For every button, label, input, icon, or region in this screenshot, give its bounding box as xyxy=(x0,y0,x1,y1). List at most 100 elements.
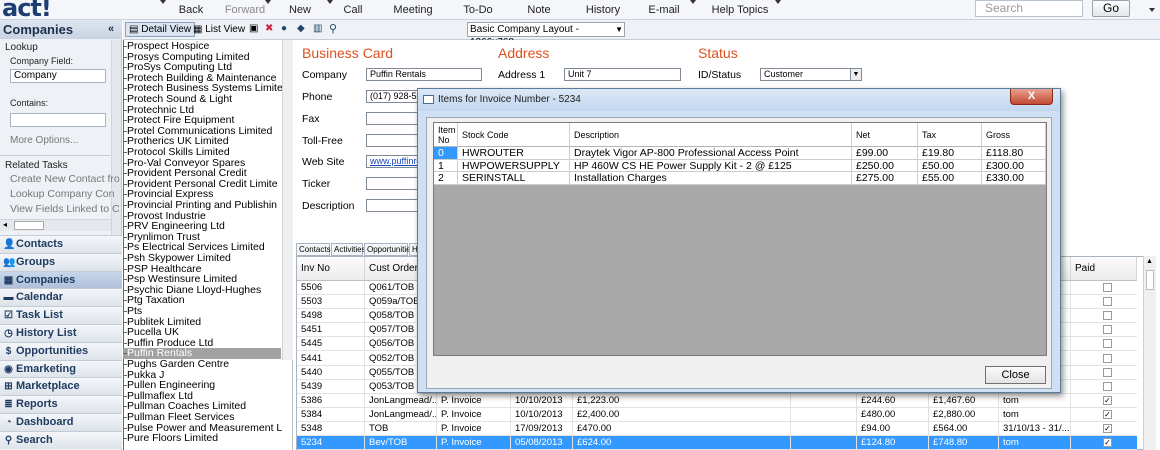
list-view-button[interactable]: ▦ List View xyxy=(189,22,249,37)
lookup-icon[interactable]: ⚲ xyxy=(329,22,341,35)
horizontal-scrollbar[interactable]: ◂ xyxy=(0,219,111,231)
nav-dashboard-button[interactable]: ◔ Dashboard xyxy=(0,413,122,431)
meeting-button[interactable]: Meeting xyxy=(392,2,434,18)
paid-checkbox[interactable] xyxy=(1103,297,1112,307)
call-button[interactable]: Call xyxy=(340,2,366,18)
paid-checkbox[interactable] xyxy=(1103,339,1112,349)
task-lookup-company[interactable]: Lookup Company Con xyxy=(10,188,114,200)
company-list-item[interactable]: Protech Sound & Light xyxy=(123,94,281,105)
paid-checkbox[interactable] xyxy=(1103,367,1112,377)
company-list-scrollbar[interactable] xyxy=(282,40,293,360)
nav-calendar-button[interactable]: ▬ Calendar xyxy=(0,288,122,307)
invoice-grid-scrollbar[interactable]: ▲ xyxy=(1143,256,1156,450)
company-list-item[interactable]: Psh Skypower Limited xyxy=(123,253,281,264)
new-button[interactable]: New xyxy=(285,2,315,18)
company-list-item[interactable]: Pullman Fleet Services xyxy=(123,412,281,423)
company-list-item[interactable]: Provincial Printing and Publishin xyxy=(123,200,281,211)
collapse-pane-icon[interactable]: « xyxy=(108,20,114,39)
company-field[interactable]: Puffin Rentals xyxy=(366,68,482,81)
company-list-item[interactable]: Protocol Skills Limited xyxy=(123,147,281,158)
item-column-header[interactable]: Description xyxy=(570,123,852,147)
paid-checkbox[interactable] xyxy=(1103,353,1112,363)
save-icon[interactable]: ▣ xyxy=(249,23,261,36)
close-icon[interactable]: X xyxy=(1010,89,1053,105)
nav-groups-button[interactable]: 👥Groups xyxy=(0,252,122,271)
paid-checkbox[interactable] xyxy=(1103,283,1112,292)
item-column-header[interactable]: Item No xyxy=(434,123,458,147)
forward-dropdown-icon[interactable] xyxy=(265,0,271,4)
chevron-down-icon[interactable]: ▼ xyxy=(615,23,623,36)
table-row[interactable]: 5234 Bev/TOB P. Invoice 05/08/2013 £624.00 £1… xyxy=(297,436,1137,450)
tollfree-field[interactable] xyxy=(366,134,422,147)
search-input[interactable]: Search xyxy=(975,0,1083,17)
item-column-header[interactable]: Stock Code xyxy=(458,123,570,147)
tab-activities[interactable]: Activities xyxy=(331,243,366,256)
nav-emarketing-button[interactable]: ◉ Emarketing xyxy=(0,359,122,378)
nav-companies-button[interactable]: ▦ Companies xyxy=(0,270,122,289)
scroll-thumb[interactable] xyxy=(14,221,44,230)
nav-search-button[interactable]: ⚲ Search xyxy=(0,430,122,449)
contains-input[interactable] xyxy=(10,113,106,127)
nav-opportunities-button[interactable]: $ Opportunities xyxy=(0,341,122,360)
email-button[interactable]: E-mail xyxy=(648,2,680,18)
tab-opportunities[interactable]: Opportunities xyxy=(364,243,415,256)
table-row[interactable]: 5384 JonLangmead/... P. Invoice 10/10/2013 £… xyxy=(297,407,1137,422)
description-field[interactable] xyxy=(366,199,422,212)
history-button[interactable]: History xyxy=(583,2,623,18)
layout-select[interactable]: Basic Company Layout - 1366x768 ▼ xyxy=(467,22,625,48)
fax-field[interactable] xyxy=(366,112,422,125)
idstatus-select[interactable]: Customer ▼ xyxy=(760,68,862,81)
column-header[interactable]: Inv No xyxy=(297,257,365,281)
paid-checkbox[interactable]: ✓ xyxy=(1103,424,1112,433)
company-list-item[interactable]: Pure Floors Limited xyxy=(123,433,281,444)
scroll-left-icon[interactable]: ◂ xyxy=(3,220,7,229)
search-options-icon[interactable] xyxy=(1148,5,1156,13)
task-view-fields[interactable]: View Fields Linked to C xyxy=(10,203,120,215)
email-dropdown-icon[interactable] xyxy=(690,0,696,4)
item-row[interactable]: 0 HWROUTER Draytek Vigor AP-800 Profession… xyxy=(434,147,1046,160)
company-list-item[interactable]: Pughs Garden Centre xyxy=(123,359,281,370)
paid-checkbox[interactable] xyxy=(1103,381,1112,391)
chevron-down-icon[interactable]: ▼ xyxy=(850,69,861,80)
paid-checkbox[interactable] xyxy=(1103,325,1112,335)
note-button[interactable]: Note xyxy=(524,2,554,18)
todo-button[interactable]: To-Do xyxy=(460,2,496,18)
ticker-field[interactable] xyxy=(366,177,422,190)
help-topics-button[interactable]: Help Topics xyxy=(701,2,779,18)
more-options-link[interactable]: More Options... xyxy=(10,135,78,146)
go-button[interactable]: Go xyxy=(1092,0,1130,17)
detail-view-button[interactable]: ▤ Detail View xyxy=(125,22,196,37)
company-icon[interactable]: ▥ xyxy=(313,23,325,36)
item-column-header[interactable]: Gross xyxy=(982,123,1046,147)
table-row[interactable]: 5348 TOB P. Invoice 17/09/2013 £470.00 £94.00… xyxy=(297,422,1137,437)
item-column-header[interactable]: Net xyxy=(852,123,918,147)
company-list-item[interactable]: Ptg Taxation xyxy=(123,295,281,306)
scroll-up-icon[interactable]: ▲ xyxy=(1146,258,1153,265)
contact-icon[interactable]: ● xyxy=(281,23,293,36)
paid-checkbox[interactable]: ✓ xyxy=(1103,395,1112,405)
task-create-contact[interactable]: Create New Contact fro xyxy=(10,173,120,185)
close-button[interactable]: Close xyxy=(985,366,1046,384)
scroll-thumb[interactable] xyxy=(1146,270,1154,290)
delete-icon[interactable]: ✖ xyxy=(265,23,277,36)
nav-marketplace-button[interactable]: ⊞ Marketplace xyxy=(0,377,122,396)
item-row[interactable]: 1 HWPOWERSUPPLY HP 460W CS HE Power Supply… xyxy=(434,159,1046,172)
company-list-item[interactable]: Pts xyxy=(123,306,281,317)
paid-checkbox[interactable]: ✓ xyxy=(1103,409,1112,419)
company-tree-list[interactable]: Prospect Hospice Prosys Computing Limited… xyxy=(123,40,293,450)
contacts-icon[interactable]: ◆ xyxy=(297,23,309,36)
nav-reports-button[interactable]: ≣ Reports xyxy=(0,395,122,414)
address1-field[interactable]: Unit 7 xyxy=(564,68,681,81)
paid-checkbox[interactable] xyxy=(1103,311,1112,321)
new-dropdown-icon[interactable] xyxy=(327,0,333,4)
help-dropdown-icon[interactable] xyxy=(775,0,781,4)
company-field-input[interactable]: Company xyxy=(10,69,106,83)
paid-checkbox[interactable]: ✓ xyxy=(1103,438,1112,448)
back-dropdown-icon[interactable] xyxy=(160,0,166,4)
nav-history-list-button[interactable]: ◷ History List xyxy=(0,324,122,342)
table-row[interactable]: 5386 JonLangmead/... P. Invoice 10/10/2013 £… xyxy=(297,393,1137,408)
nav-contacts-button[interactable]: 👤Contacts xyxy=(0,235,122,253)
forward-button[interactable]: Forward xyxy=(220,2,270,18)
item-column-header[interactable]: Tax xyxy=(918,123,982,147)
item-row[interactable]: 2 SERINSTALL Installation Charges £275.00 £5… xyxy=(434,172,1046,185)
